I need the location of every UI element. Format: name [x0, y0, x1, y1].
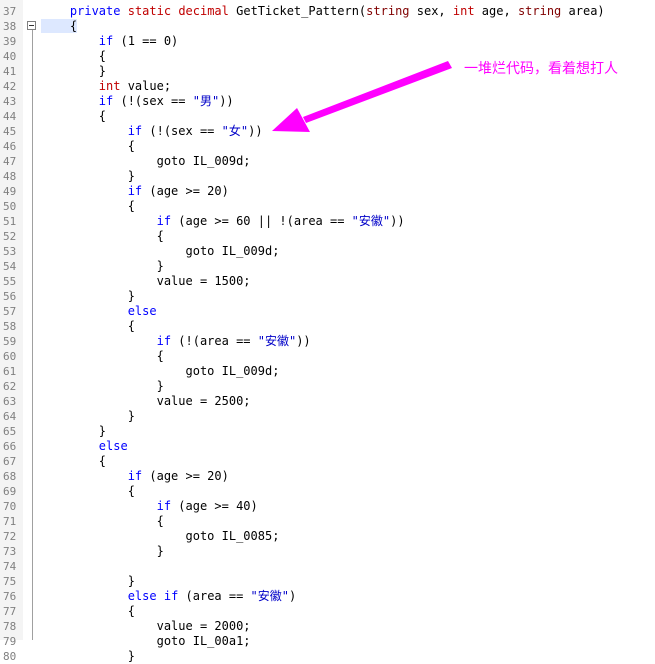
- arrow-shaft: [303, 61, 452, 123]
- annotation-arrow: [272, 61, 452, 132]
- code-token: }: [41, 649, 135, 663]
- line-number: 80: [3, 650, 17, 663]
- arrow-head: [272, 108, 310, 132]
- code-text: }: [41, 649, 135, 664]
- annotation-text: 一堆烂代码，看着想打人: [464, 61, 618, 77]
